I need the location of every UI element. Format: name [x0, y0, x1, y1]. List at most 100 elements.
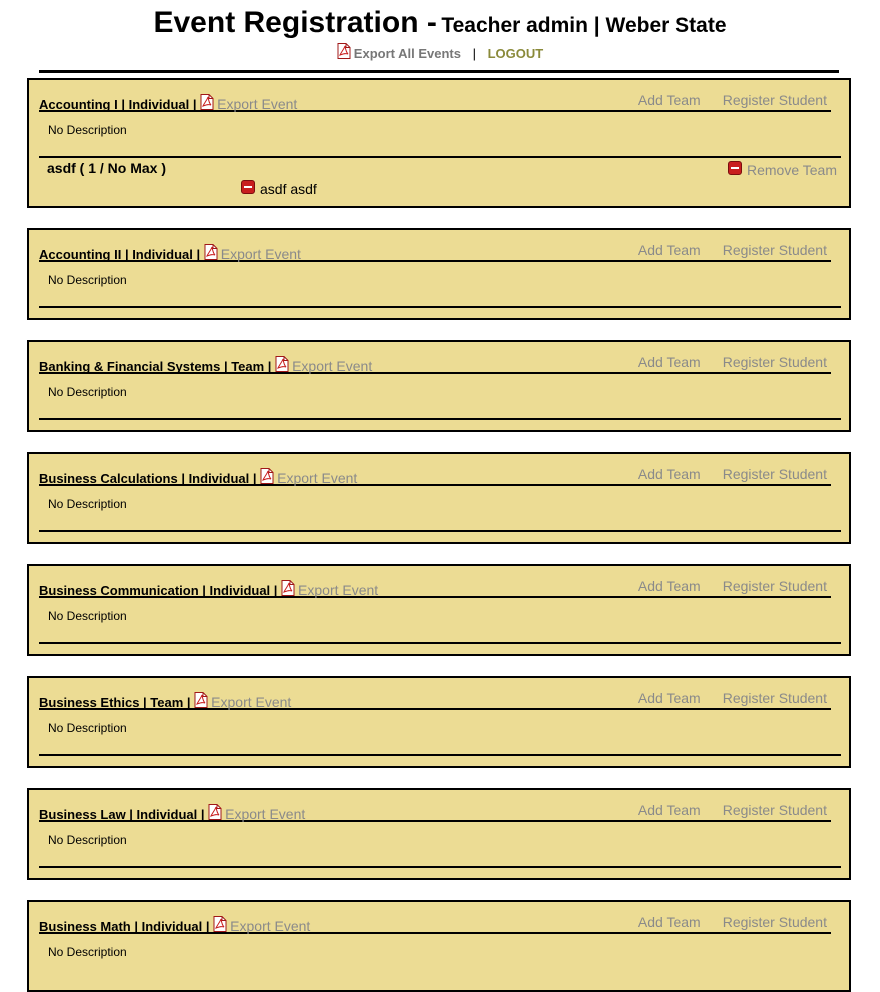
remove-team-button[interactable]: Remove Team	[727, 161, 837, 178]
event-description: No Description	[48, 385, 127, 399]
event-header: Business Communication | Individual | Ex…	[39, 576, 831, 598]
pdf-icon	[204, 244, 218, 260]
pdf-icon	[337, 43, 351, 59]
event-panel: Business Math | Individual | Export Even…	[27, 900, 851, 992]
export-event-button[interactable]: Export Event	[260, 468, 358, 486]
team-student: asdf asdf	[241, 180, 317, 197]
pdf-icon	[281, 580, 295, 596]
export-event-label: Export Event	[298, 582, 379, 598]
page-subtitle: Teacher admin | Weber State	[441, 14, 727, 37]
event-title: Business Calculations | Individual |	[39, 471, 257, 486]
export-event-button[interactable]: Export Event	[194, 692, 292, 710]
export-event-button[interactable]: Export Event	[213, 916, 311, 934]
event-header: Business Math | Individual | Export Even…	[39, 912, 831, 934]
export-event-button[interactable]: Export Event	[204, 244, 301, 262]
event-description: No Description	[48, 123, 127, 137]
event-description: No Description	[48, 833, 127, 847]
event-divider	[39, 866, 841, 868]
event-divider	[39, 530, 841, 532]
event-description: No Description	[48, 609, 127, 623]
export-event-label: Export Event	[217, 96, 298, 112]
event-actions: Add Team Register Student	[638, 92, 827, 108]
export-event-button[interactable]: Export Event	[208, 804, 306, 822]
register-student-button[interactable]: Register Student	[723, 92, 827, 108]
header-links: Export All Events | LOGOUT	[0, 43, 880, 61]
event-actions: Add Team Register Student	[638, 466, 827, 482]
export-event-button[interactable]: Export Event	[200, 94, 298, 112]
add-team-button[interactable]: Add Team	[638, 578, 701, 594]
register-student-button[interactable]: Register Student	[723, 242, 827, 258]
logout-link[interactable]: LOGOUT	[488, 46, 544, 61]
add-team-button[interactable]: Add Team	[638, 466, 701, 482]
remove-team-label: Remove Team	[746, 162, 837, 178]
export-event-label: Export Event	[225, 806, 306, 822]
register-student-button[interactable]: Register Student	[723, 914, 827, 930]
team-name: asdf ( 1 / No Max )	[47, 160, 167, 176]
event-title: Accounting I | Individual |	[39, 97, 197, 112]
event-panel: Business Communication | Individual | Ex…	[27, 564, 851, 656]
add-team-button[interactable]: Add Team	[638, 802, 701, 818]
minus-circle-icon	[727, 161, 742, 175]
event-description: No Description	[48, 497, 127, 511]
export-event-button[interactable]: Export Event	[281, 580, 379, 598]
event-panel: Business Calculations | Individual | Exp…	[27, 452, 851, 544]
event-panel: Business Law | Individual | Export Event…	[27, 788, 851, 880]
event-actions: Add Team Register Student	[638, 802, 827, 818]
event-title: Business Math | Individual |	[39, 919, 210, 934]
header-separator: |	[472, 46, 476, 61]
pdf-icon	[213, 916, 227, 932]
add-team-button[interactable]: Add Team	[638, 914, 701, 930]
event-divider	[39, 156, 841, 158]
event-actions: Add Team Register Student	[638, 914, 827, 930]
remove-student-icon[interactable]	[241, 180, 255, 194]
export-event-label: Export Event	[277, 470, 358, 486]
event-divider	[39, 418, 841, 420]
event-title: Banking & Financial Systems | Team |	[39, 359, 272, 374]
event-panel: Accounting I | Individual | Export Event…	[27, 78, 851, 208]
event-title-row: Business Law | Individual | Export Event	[39, 804, 305, 822]
event-header: Accounting I | Individual | Export Event…	[39, 90, 831, 112]
export-event-button[interactable]: Export Event	[275, 356, 373, 374]
event-description: No Description	[48, 273, 127, 287]
event-divider	[39, 642, 841, 644]
event-title-row: Business Calculations | Individual | Exp…	[39, 468, 357, 486]
add-team-button[interactable]: Add Team	[638, 354, 701, 370]
register-student-button[interactable]: Register Student	[723, 466, 827, 482]
add-team-button[interactable]: Add Team	[638, 690, 701, 706]
student-name: asdf asdf	[260, 181, 317, 197]
pdf-icon	[200, 94, 214, 110]
register-student-button[interactable]: Register Student	[723, 802, 827, 818]
event-title: Accounting II | Individual |	[39, 247, 201, 262]
export-event-label: Export Event	[220, 246, 301, 262]
export-all-events-link[interactable]: Export All Events	[337, 43, 465, 61]
event-title-row: Accounting I | Individual | Export Event	[39, 94, 297, 112]
event-divider	[39, 306, 841, 308]
pdf-icon	[208, 804, 222, 820]
event-header: Banking & Financial Systems | Team | Exp…	[39, 352, 831, 374]
page-header: Event Registration - Teacher admin | Web…	[0, 0, 880, 61]
export-event-label: Export Event	[292, 358, 373, 374]
event-header: Business Calculations | Individual | Exp…	[39, 464, 831, 486]
pdf-icon	[260, 468, 274, 484]
register-student-button[interactable]: Register Student	[723, 690, 827, 706]
event-actions: Add Team Register Student	[638, 578, 827, 594]
event-description: No Description	[48, 721, 127, 735]
event-panel: Accounting II | Individual | Export Even…	[27, 228, 851, 320]
event-header: Business Ethics | Team | Export Event Add…	[39, 688, 831, 710]
event-title-row: Accounting II | Individual | Export Even…	[39, 244, 301, 262]
event-title: Business Ethics | Team |	[39, 695, 191, 710]
event-header: Accounting II | Individual | Export Even…	[39, 240, 831, 262]
register-student-button[interactable]: Register Student	[723, 354, 827, 370]
event-actions: Add Team Register Student	[638, 242, 827, 258]
add-team-button[interactable]: Add Team	[638, 242, 701, 258]
pdf-icon	[194, 692, 208, 708]
register-student-button[interactable]: Register Student	[723, 578, 827, 594]
export-event-label: Export Event	[230, 918, 311, 934]
event-description: No Description	[48, 945, 127, 959]
export-all-events-label: Export All Events	[353, 46, 461, 61]
event-title: Business Communication | Individual |	[39, 583, 278, 598]
page-title-line: Event Registration - Teacher admin | Web…	[0, 6, 880, 40]
export-event-label: Export Event	[211, 694, 292, 710]
event-title-row: Business Ethics | Team | Export Event	[39, 692, 291, 710]
add-team-button[interactable]: Add Team	[638, 92, 701, 108]
